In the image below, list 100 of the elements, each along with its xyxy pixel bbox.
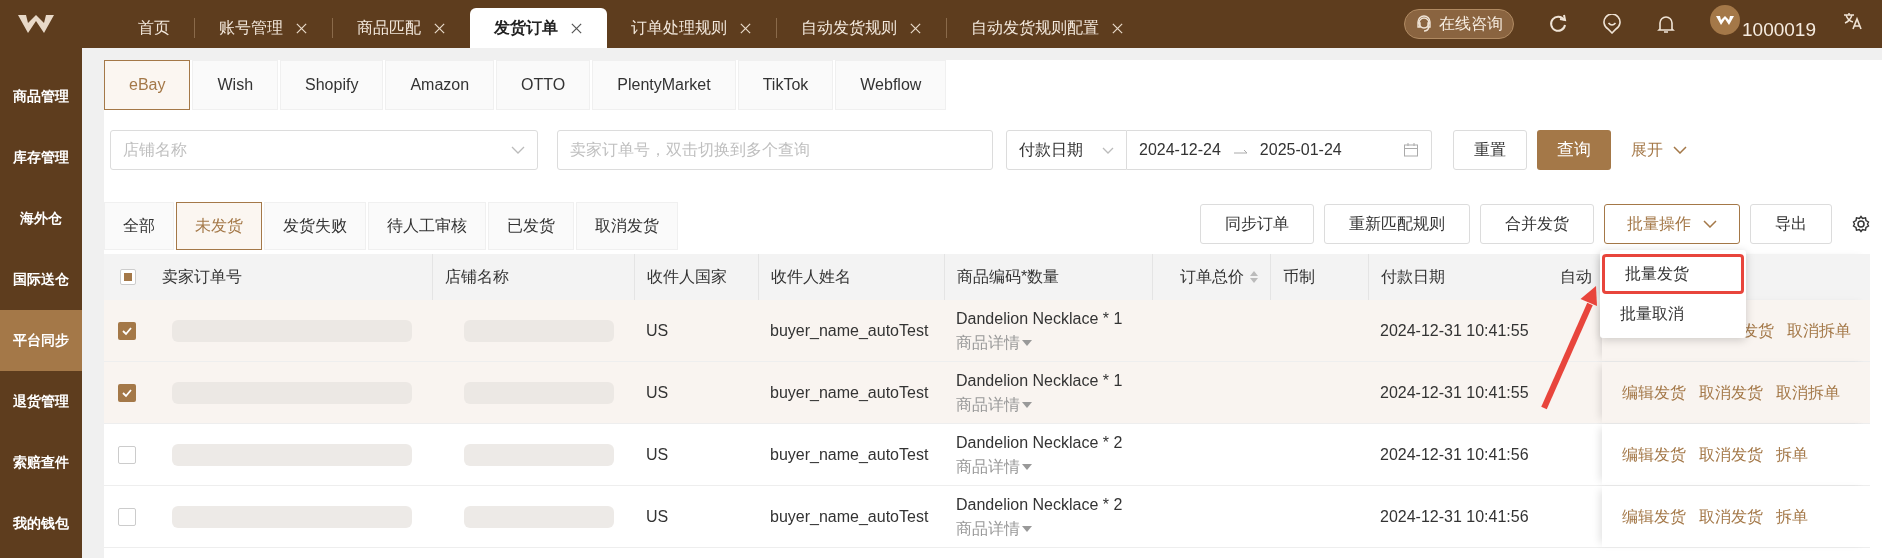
- table-cell: US: [646, 321, 669, 339]
- refresh-icon[interactable]: [1548, 14, 1569, 34]
- nav-tab[interactable]: 账号管理: [195, 8, 332, 48]
- avatar[interactable]: [1710, 5, 1741, 35]
- platform-tab[interactable]: Webflow: [835, 60, 947, 110]
- row-checkbox[interactable]: [118, 383, 136, 402]
- status-tab[interactable]: 待人工审核: [368, 202, 486, 250]
- platform-tab[interactable]: Shopify: [280, 60, 384, 110]
- chevron-down-icon: [511, 146, 525, 154]
- platform-tab[interactable]: eBay: [104, 60, 191, 110]
- caret-icon: [1022, 401, 1032, 408]
- platform-tab[interactable]: OTTO: [496, 60, 591, 110]
- chevron-down-icon: [1673, 146, 1687, 154]
- nav-tab[interactable]: 自动发货规则配置: [947, 8, 1148, 48]
- platform-tab[interactable]: Amazon: [385, 60, 495, 110]
- toolbar-button[interactable]: 导出: [1750, 204, 1832, 244]
- caret-icon: [1022, 339, 1032, 346]
- nav-tab[interactable]: 自动发货规则: [777, 8, 946, 48]
- column-header: 店铺名称: [445, 267, 509, 287]
- action-link[interactable]: 取消发货: [1699, 504, 1763, 529]
- sidebar-item[interactable]: 库存管理: [0, 127, 82, 188]
- sidebar-item[interactable]: 我的钱包: [0, 493, 82, 554]
- status-tab[interactable]: 已发货: [488, 202, 574, 250]
- table-cell: buyer_name_autoTest: [770, 383, 929, 401]
- row-checkbox[interactable]: [118, 445, 136, 464]
- product-code: Dandelion Necklace * 1: [956, 308, 1123, 329]
- platform-tab[interactable]: Wish: [192, 60, 279, 110]
- status-tab[interactable]: 发货失败: [264, 202, 366, 250]
- translate-icon[interactable]: [1842, 10, 1862, 30]
- table-cell: buyer_name_autoTest: [770, 507, 929, 525]
- headset-icon: [1415, 15, 1434, 33]
- row-checkbox[interactable]: [118, 507, 136, 526]
- reset-button[interactable]: 重置: [1453, 130, 1527, 170]
- action-link[interactable]: 取消发货: [1699, 442, 1763, 467]
- consult-button[interactable]: 在线咨询: [1404, 9, 1515, 39]
- sidebar-item[interactable]: 商品管理: [0, 66, 82, 127]
- table-cell: 2024-12-31 10:41:55: [1380, 321, 1529, 339]
- action-link[interactable]: 取消发货: [1699, 380, 1763, 405]
- chevron-down-icon: [1102, 146, 1114, 154]
- column-header: 卖家订单号: [162, 267, 242, 287]
- table-cell: US: [646, 507, 669, 525]
- platform-tab[interactable]: TikTok: [737, 60, 834, 110]
- sidebar-item[interactable]: 退货管理: [0, 371, 82, 432]
- product-code: Dandelion Necklace * 2: [956, 494, 1123, 515]
- logo-icon: [1715, 13, 1736, 27]
- status-tab[interactable]: 未发货: [176, 202, 262, 250]
- toolbar-button[interactable]: 重新匹配规则: [1324, 204, 1470, 244]
- status-tab[interactable]: 取消发货: [576, 202, 678, 250]
- action-link[interactable]: 编辑发货: [1622, 504, 1686, 529]
- order-number-field[interactable]: 卖家订单号，双击切换到多个查询: [557, 130, 993, 170]
- sidebar-item[interactable]: 平台同步: [0, 310, 82, 371]
- select-all-checkbox[interactable]: [120, 269, 136, 285]
- sidebar-item[interactable]: 索赔查件: [0, 432, 82, 493]
- menu-item[interactable]: 批量取消: [1600, 294, 1746, 334]
- toolbar-button[interactable]: 合并发货: [1480, 204, 1594, 244]
- action-link[interactable]: 取消拆单: [1787, 318, 1851, 343]
- action-link[interactable]: 拆单: [1776, 504, 1808, 529]
- date-type-select[interactable]: 付款日期: [1006, 130, 1127, 170]
- action-link[interactable]: 编辑发货: [1622, 442, 1686, 467]
- arrow-right-icon: [1232, 149, 1248, 155]
- expand-button[interactable]: 展开: [1631, 130, 1687, 170]
- platform-tab[interactable]: PlentyMarket: [592, 60, 736, 110]
- nav-tab[interactable]: 订单处理规则: [607, 8, 776, 48]
- action-link[interactable]: 取消拆单: [1776, 380, 1840, 405]
- close-icon[interactable]: [570, 21, 583, 35]
- status-tab[interactable]: 全部: [104, 202, 174, 250]
- column-header: 订单总价: [1180, 267, 1244, 287]
- table-cell: 2024-12-31 10:41:55: [1380, 383, 1529, 401]
- nav-tab[interactable]: 首页: [114, 8, 194, 48]
- sidebar-item[interactable]: 海外仓: [0, 188, 82, 249]
- search-button[interactable]: 查询: [1537, 130, 1611, 170]
- table-cell: US: [646, 445, 669, 463]
- column-header: 付款日期: [1381, 267, 1445, 287]
- action-link[interactable]: 编辑发货: [1622, 380, 1686, 405]
- nav-tab[interactable]: 商品匹配: [333, 8, 470, 48]
- table-cell: buyer_name_autoTest: [770, 321, 929, 339]
- batch-actions-button[interactable]: 批量操作: [1604, 204, 1740, 244]
- table-cell: 2024-12-31 10:41:56: [1380, 445, 1529, 463]
- toolbar-button[interactable]: 同步订单: [1200, 204, 1314, 244]
- menu-item[interactable]: 批量发货: [1602, 254, 1744, 294]
- caret-icon: [1022, 463, 1032, 470]
- column-header: 收件人国家: [647, 267, 727, 287]
- column-header: 币制: [1283, 267, 1315, 287]
- calendar-icon: [1403, 142, 1419, 158]
- row-checkbox[interactable]: [118, 321, 136, 340]
- date-range-field[interactable]: 2024-12-24 2025-01-24: [1127, 130, 1432, 170]
- feedback-icon[interactable]: [1602, 14, 1623, 34]
- table-cell: 2024-12-31 10:41:56: [1380, 507, 1529, 525]
- action-link[interactable]: 拆单: [1776, 442, 1808, 467]
- table-cell: US: [646, 383, 669, 401]
- column-header: 商品编码*数量: [957, 267, 1060, 287]
- nav-tab[interactable]: 发货订单: [470, 8, 607, 48]
- bell-icon[interactable]: [1656, 14, 1677, 34]
- caret-icon: [1022, 525, 1032, 532]
- column-header: 收件人姓名: [771, 267, 851, 287]
- sidebar-item[interactable]: 国际送仓: [0, 249, 82, 310]
- product-code: Dandelion Necklace * 2: [956, 432, 1123, 453]
- table-cell: buyer_name_autoTest: [770, 445, 929, 463]
- settings-icon[interactable]: [1852, 215, 1870, 233]
- column-header: 自动: [1560, 267, 1592, 287]
